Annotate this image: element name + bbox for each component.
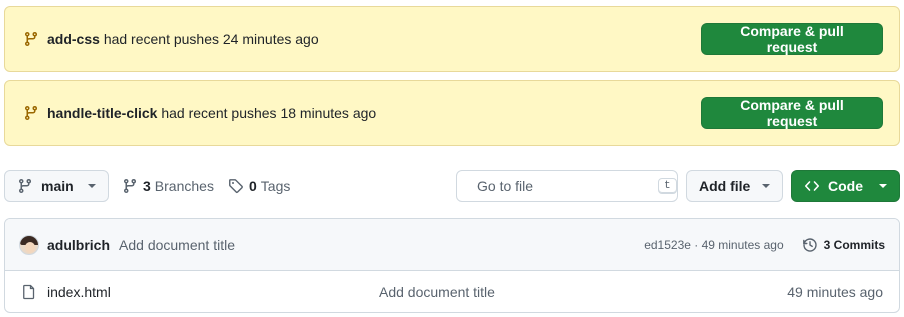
banner-message: handle-title-click had recent pushes 18 …: [47, 105, 701, 121]
git-branch-icon: [19, 178, 31, 194]
branches-link[interactable]: 3 Branches: [122, 170, 214, 202]
commit-message[interactable]: Add document title: [119, 237, 235, 253]
banner-message: add-css had recent pushes 24 minutes ago: [47, 31, 701, 47]
file-name[interactable]: index.html: [47, 284, 111, 300]
commits-history-link[interactable]: 3 Commits: [802, 237, 885, 253]
file-icon: [23, 284, 35, 300]
recent-push-banner: add-css had recent pushes 24 minutes ago…: [4, 6, 900, 72]
banner-text: had recent pushes 18 minutes ago: [161, 105, 377, 121]
chevron-down-icon: [879, 184, 887, 188]
file-table: adulbrich Add document title ed1523e · 4…: [4, 218, 900, 313]
table-row[interactable]: index.html Add document title 49 minutes…: [5, 271, 899, 312]
commit-author[interactable]: adulbrich: [47, 237, 110, 253]
branches-label: Branches: [154, 178, 214, 194]
file-last-modified: 49 minutes ago: [787, 284, 883, 300]
branch-name: main: [41, 178, 74, 194]
history-icon: [802, 237, 817, 252]
commits-count-label: 3 Commits: [823, 237, 885, 252]
banner-branch-name[interactable]: handle-title-click: [47, 105, 157, 121]
tags-label: Tags: [260, 178, 291, 194]
code-label: Code: [828, 178, 863, 194]
file-last-commit[interactable]: Add document title: [379, 284, 495, 300]
compare-pull-request-button[interactable]: Compare & pull request: [701, 97, 883, 129]
keyboard-shortcut-hint: t: [658, 178, 677, 194]
branches-count: 3: [143, 178, 151, 194]
compare-pull-request-button[interactable]: Compare & pull request: [701, 23, 883, 55]
tag-icon: [229, 179, 243, 193]
git-branch-icon: [124, 178, 136, 194]
banner-branch-name[interactable]: add-css: [47, 31, 100, 47]
recent-push-banner: handle-title-click had recent pushes 18 …: [4, 80, 900, 146]
repo-toolbar: main 3 Branches 0 Tags t Add file Code: [4, 170, 900, 202]
tags-count: 0: [249, 178, 257, 194]
git-branch-icon: [25, 31, 37, 47]
add-file-label: Add file: [699, 178, 751, 194]
commit-hash-and-time[interactable]: ed1523e · 49 minutes ago: [644, 238, 783, 252]
avatar[interactable]: [19, 234, 39, 255]
branch-select-button[interactable]: main: [4, 170, 109, 202]
code-icon: [804, 181, 820, 191]
tags-link[interactable]: 0 Tags: [228, 170, 290, 202]
chevron-down-icon: [88, 184, 96, 188]
chevron-down-icon: [762, 184, 770, 188]
latest-commit-row: adulbrich Add document title ed1523e · 4…: [5, 219, 899, 271]
git-branch-icon: [25, 105, 37, 121]
code-button[interactable]: Code: [791, 170, 900, 202]
add-file-button[interactable]: Add file: [686, 170, 783, 202]
banner-text: had recent pushes 24 minutes ago: [103, 31, 319, 47]
go-to-file-input[interactable]: [477, 178, 658, 194]
go-to-file-search[interactable]: t: [456, 170, 678, 202]
